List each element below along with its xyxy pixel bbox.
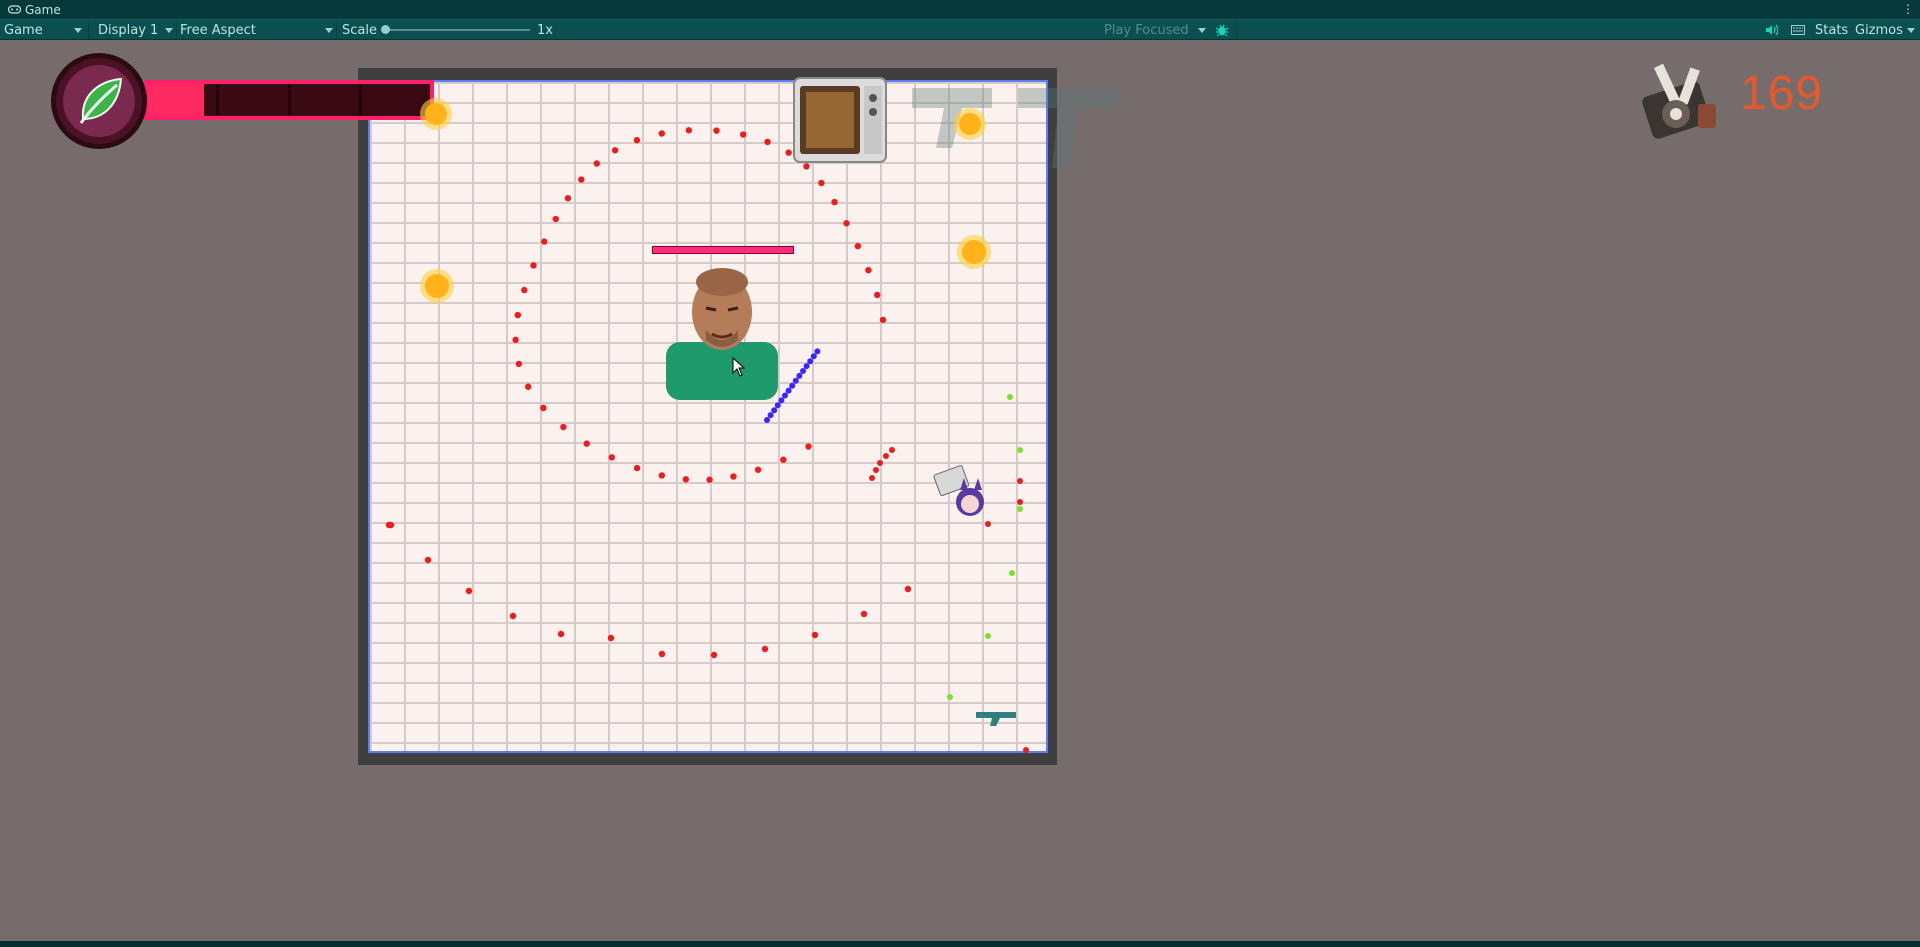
enemy-bullet bbox=[818, 179, 825, 187]
enemy-bullet bbox=[578, 176, 585, 183]
enemy-bullet bbox=[869, 475, 875, 481]
enemy-bullet bbox=[889, 447, 895, 453]
player-bullet bbox=[796, 372, 803, 379]
enemy-bullet bbox=[385, 521, 393, 529]
enemy-bullet bbox=[713, 127, 720, 134]
player-bullet bbox=[807, 358, 814, 365]
enemy-bullet bbox=[557, 630, 565, 638]
enemy-bullet bbox=[1017, 478, 1023, 484]
pickup bbox=[1017, 506, 1023, 512]
enemy-bullet bbox=[730, 473, 737, 480]
projectile-layer bbox=[385, 127, 1029, 753]
player-bullet bbox=[764, 417, 770, 423]
enemy-bullet bbox=[682, 476, 690, 483]
enemy-bullet bbox=[540, 404, 547, 412]
enemy-bullet bbox=[710, 651, 718, 659]
enemy-bullet bbox=[512, 336, 519, 344]
enemy-bullet bbox=[780, 456, 787, 463]
player-bullet bbox=[778, 397, 785, 404]
enemy-bullet bbox=[860, 610, 868, 618]
enemy-bullet bbox=[608, 454, 615, 461]
enemy-bullet bbox=[552, 215, 559, 223]
player-bullet bbox=[785, 387, 792, 394]
enemy-bullet bbox=[985, 521, 991, 527]
enemy-bullet bbox=[583, 440, 590, 447]
enemy-bullet bbox=[854, 242, 862, 250]
enemy-bullet bbox=[465, 587, 473, 595]
status-bar bbox=[0, 941, 1920, 947]
enemy-bullet bbox=[904, 585, 912, 593]
player-bullet bbox=[814, 348, 821, 355]
enemy-bullet bbox=[874, 291, 881, 299]
enemy-bullet bbox=[514, 311, 522, 319]
enemy-bullet bbox=[1017, 499, 1023, 505]
enemy-bullet bbox=[706, 476, 713, 483]
player-bullet bbox=[767, 412, 774, 419]
enemy-bullet bbox=[515, 360, 523, 368]
player-bullet bbox=[771, 407, 778, 414]
enemy-bullet bbox=[509, 612, 517, 620]
enemy-bullet bbox=[524, 383, 532, 390]
player-bullet bbox=[774, 402, 781, 409]
enemy-bullet bbox=[764, 138, 771, 146]
pickup bbox=[1009, 570, 1015, 576]
enemy-bullet bbox=[785, 149, 792, 156]
player-bullet bbox=[782, 392, 788, 399]
enemy-bullet bbox=[607, 634, 615, 642]
enemy-bullet bbox=[658, 130, 666, 137]
player-bullet bbox=[810, 353, 817, 360]
enemy-bullet bbox=[541, 238, 548, 245]
enemy-bullet bbox=[560, 423, 567, 431]
enemy-bullet bbox=[865, 266, 872, 274]
pickup bbox=[947, 694, 953, 700]
enemy-bullet bbox=[811, 631, 819, 639]
enemy-bullet bbox=[685, 127, 693, 134]
enemy-bullet bbox=[611, 147, 619, 154]
enemy-bullet bbox=[873, 467, 879, 473]
enemy-bullet bbox=[633, 137, 641, 144]
enemy-bullet bbox=[633, 464, 641, 472]
pickup bbox=[1017, 447, 1023, 453]
enemy-bullet bbox=[831, 198, 838, 206]
enemy-bullet bbox=[658, 650, 666, 658]
enemy-bullet bbox=[740, 131, 747, 138]
player-bullet bbox=[792, 377, 799, 384]
enemy-bullet bbox=[530, 262, 537, 269]
enemy-bullet bbox=[877, 460, 883, 466]
player-bullet bbox=[789, 382, 796, 389]
pickup bbox=[1007, 394, 1013, 400]
enemy-bullet bbox=[1023, 747, 1029, 753]
enemy-bullet bbox=[843, 220, 850, 227]
enemy-bullet bbox=[805, 443, 812, 450]
enemy-bullet bbox=[658, 472, 666, 479]
enemy-bullet bbox=[883, 453, 889, 459]
enemy-bullet bbox=[803, 163, 810, 170]
enemy-bullet bbox=[754, 466, 762, 473]
enemy-bullet bbox=[424, 556, 432, 564]
player-bullet bbox=[800, 368, 806, 374]
enemy-bullet bbox=[521, 286, 528, 294]
enemy-bullet bbox=[564, 195, 572, 202]
pickup bbox=[985, 633, 991, 639]
enemy-bullet bbox=[879, 316, 887, 324]
player-bullet bbox=[803, 363, 810, 370]
enemy-bullet bbox=[761, 645, 769, 653]
enemy-bullet bbox=[593, 160, 600, 167]
